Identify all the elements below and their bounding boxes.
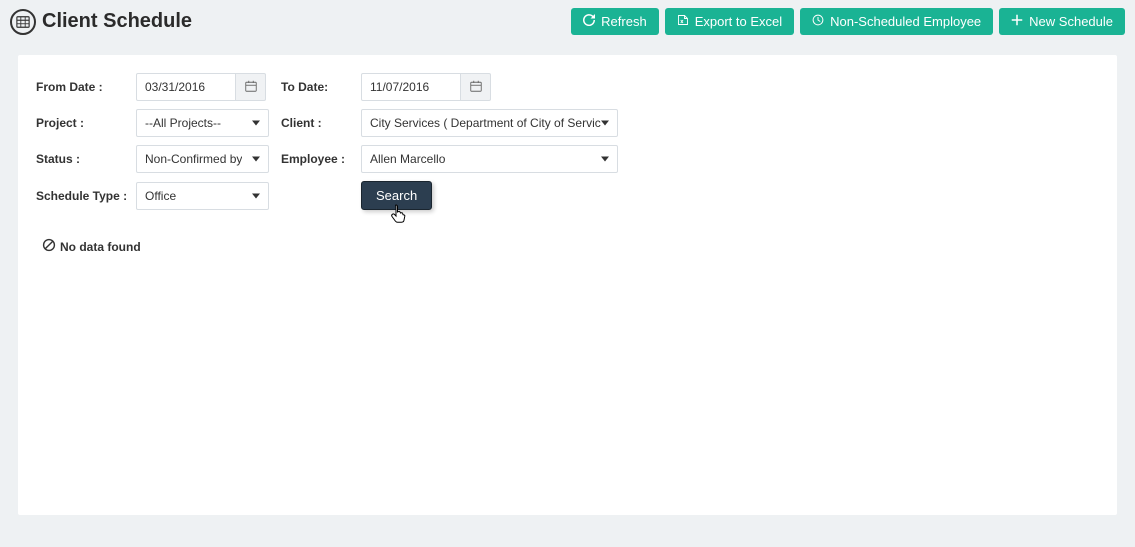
chevron-down-icon: [252, 193, 260, 198]
project-value: --All Projects--: [145, 116, 221, 130]
schedule-type-value: Office: [145, 189, 176, 203]
status-select[interactable]: Non-Confirmed by: [136, 145, 269, 173]
project-select[interactable]: --All Projects--: [136, 109, 269, 137]
export-icon: [677, 14, 689, 29]
employee-label: Employee :: [281, 152, 361, 166]
to-date-input[interactable]: [361, 73, 461, 101]
export-label: Export to Excel: [695, 14, 782, 29]
from-date-label: From Date :: [36, 80, 136, 94]
chevron-down-icon: [252, 157, 260, 162]
client-label: Client :: [281, 116, 361, 130]
export-button[interactable]: Export to Excel: [665, 8, 794, 35]
action-bar: Refresh Export to Excel Non-Scheduled Em…: [571, 8, 1125, 35]
project-label: Project :: [36, 116, 136, 130]
calendar-icon: [245, 80, 257, 95]
nonscheduled-button[interactable]: Non-Scheduled Employee: [800, 8, 993, 35]
title-wrap: Client Schedule: [10, 9, 192, 35]
employee-select[interactable]: Allen Marcello: [361, 145, 618, 173]
refresh-icon: [583, 14, 595, 29]
calendar-icon: [470, 80, 482, 95]
refresh-label: Refresh: [601, 14, 647, 29]
page-header: Client Schedule Refresh Export to Excel …: [0, 0, 1135, 45]
new-schedule-label: New Schedule: [1029, 14, 1113, 29]
client-select[interactable]: City Services ( Department of City of Se…: [361, 109, 618, 137]
main-panel: From Date : To Date: Project : --All Pro…: [18, 55, 1117, 515]
from-date-calendar-button[interactable]: [236, 73, 266, 101]
chevron-down-icon: [252, 121, 260, 126]
search-button[interactable]: Search: [361, 181, 432, 210]
schedule-type-select[interactable]: Office: [136, 182, 269, 210]
schedule-icon: [10, 9, 36, 35]
schedule-type-label: Schedule Type :: [36, 189, 136, 203]
no-data-message: No data found: [42, 238, 1099, 255]
status-value: Non-Confirmed by: [145, 152, 242, 166]
client-value: City Services ( Department of City of Se…: [370, 116, 601, 130]
no-data-icon: [42, 238, 56, 255]
no-data-text: No data found: [60, 240, 141, 254]
status-label: Status :: [36, 152, 136, 166]
nonscheduled-label: Non-Scheduled Employee: [830, 14, 981, 29]
clock-icon: [812, 14, 824, 29]
chevron-down-icon: [601, 121, 609, 126]
from-date-input[interactable]: [136, 73, 236, 101]
employee-value: Allen Marcello: [370, 152, 445, 166]
page-title: Client Schedule: [42, 10, 192, 33]
chevron-down-icon: [601, 157, 609, 162]
new-schedule-button[interactable]: New Schedule: [999, 8, 1125, 35]
to-date-calendar-button[interactable]: [461, 73, 491, 101]
refresh-button[interactable]: Refresh: [571, 8, 659, 35]
plus-icon: [1011, 14, 1023, 29]
to-date-label: To Date:: [281, 80, 361, 94]
